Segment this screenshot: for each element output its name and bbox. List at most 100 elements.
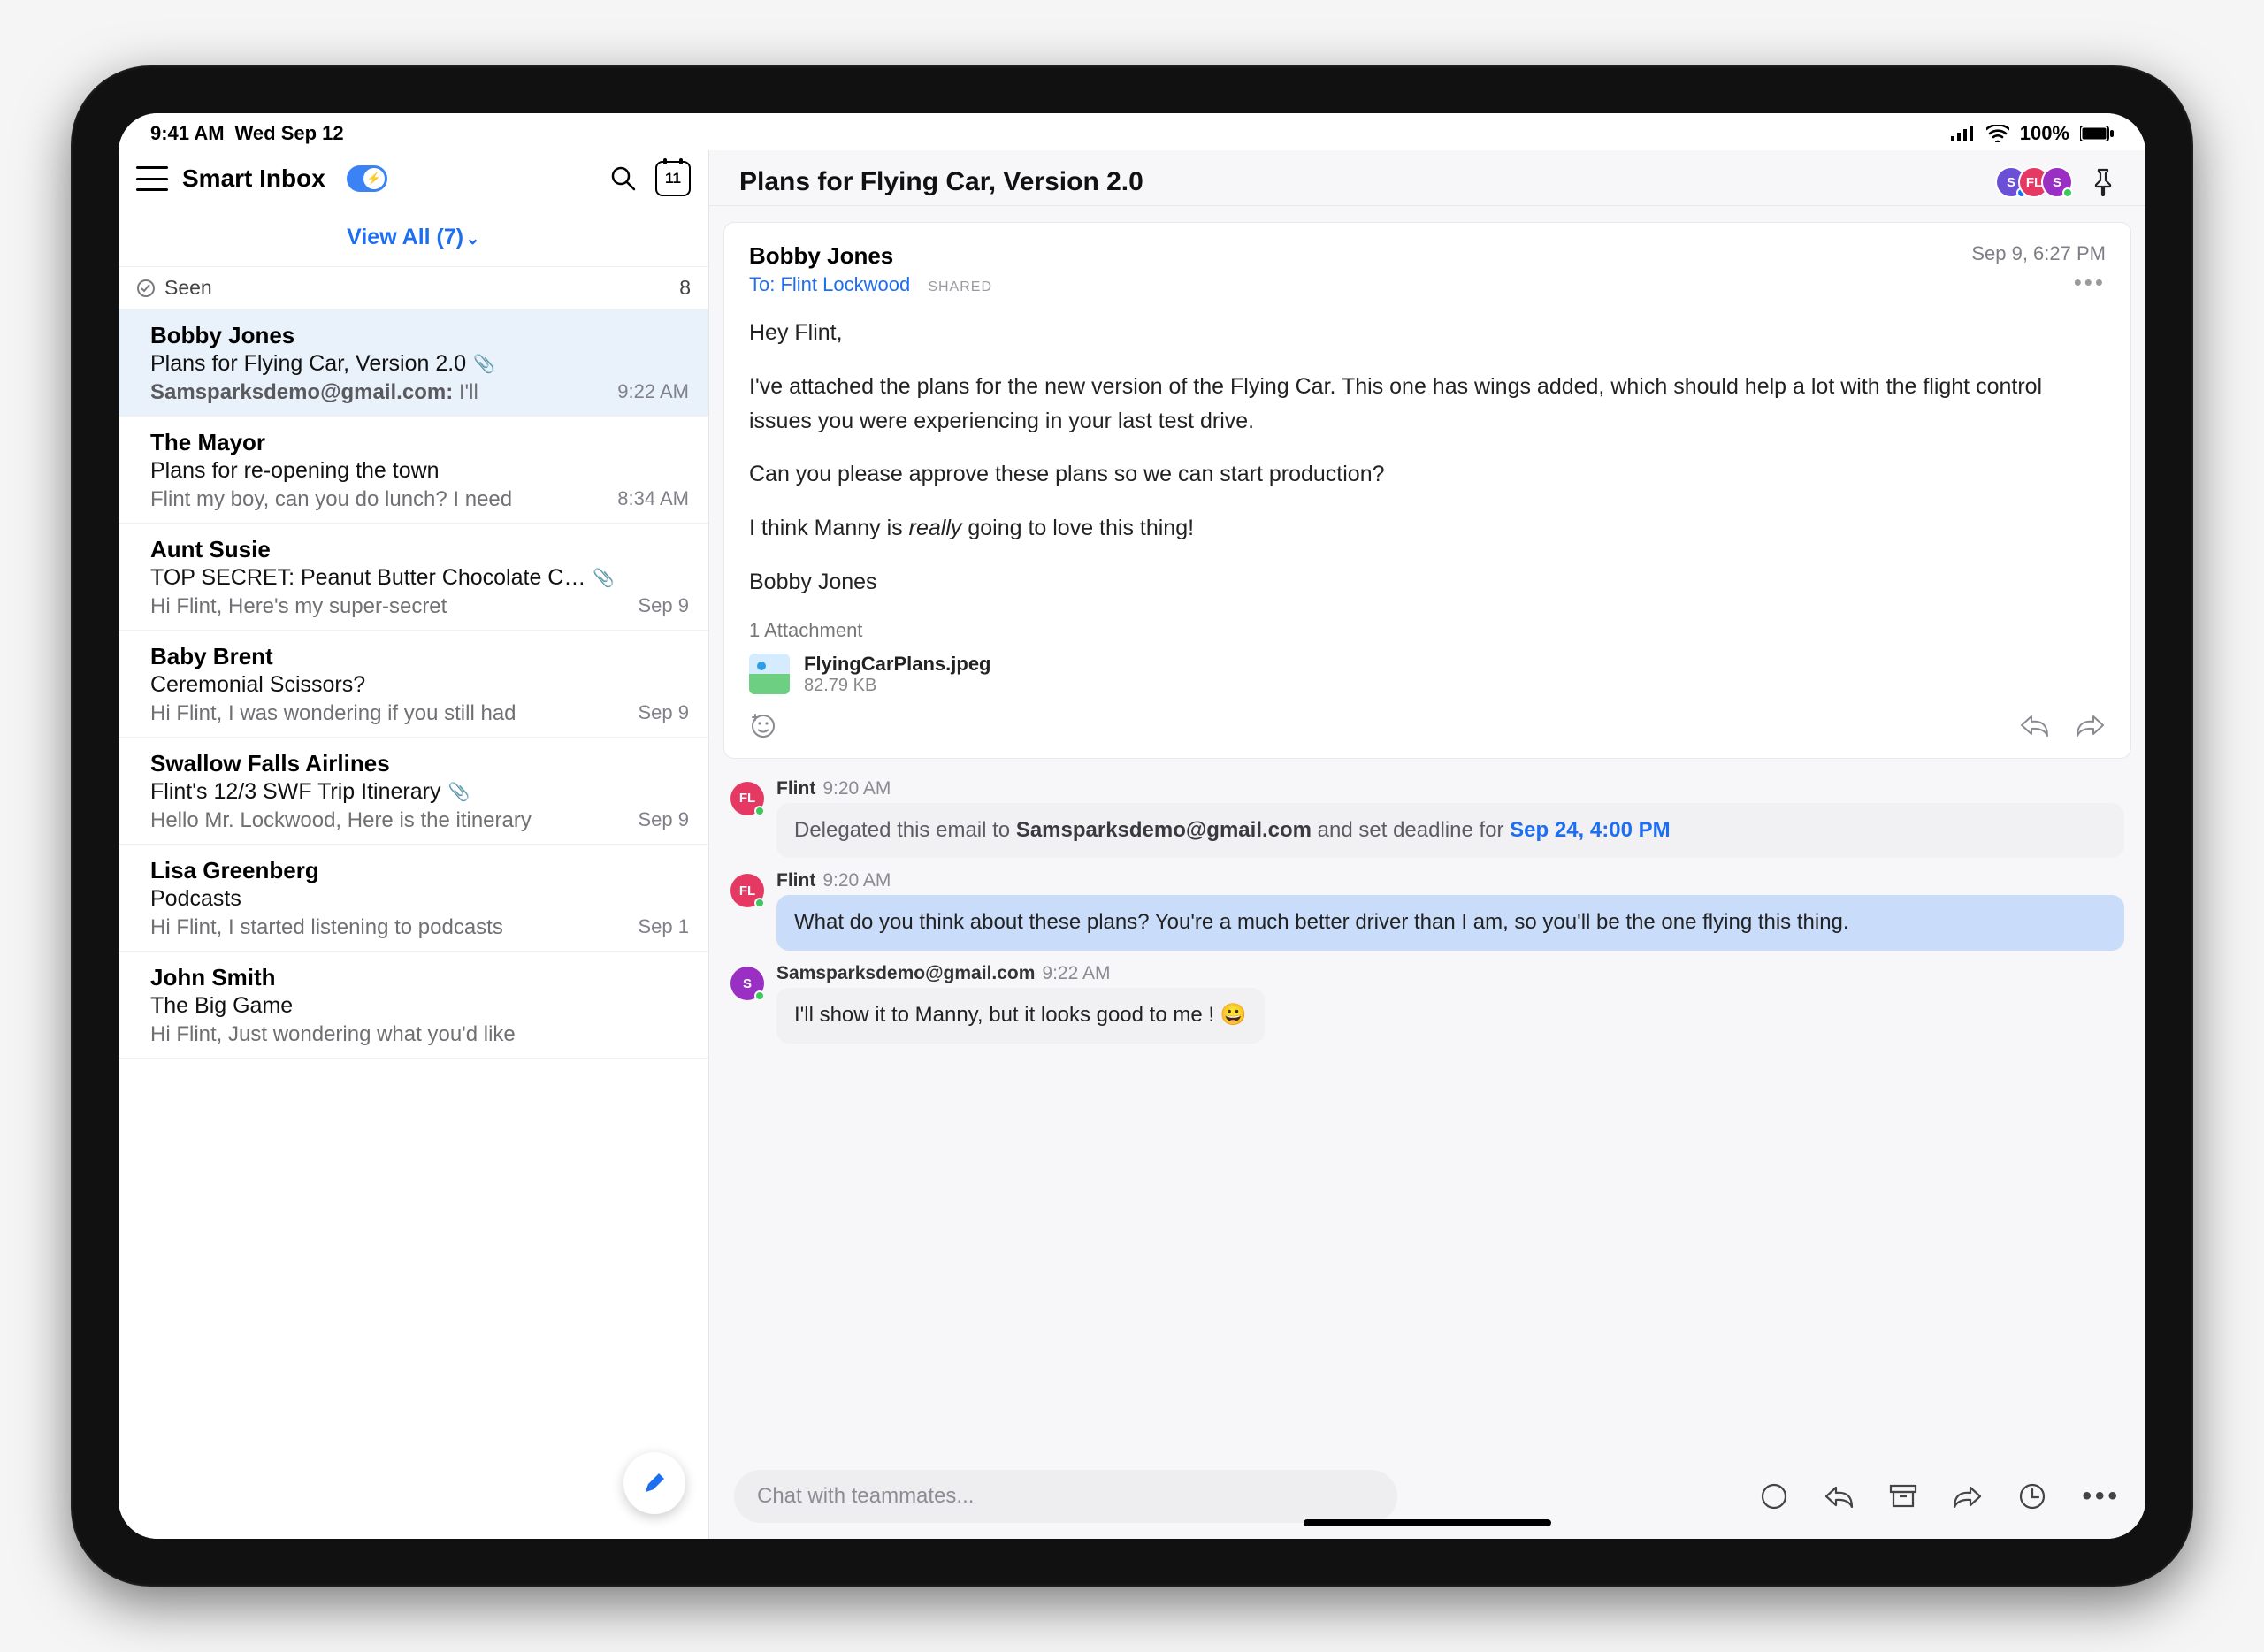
- avatar: S: [2041, 166, 2073, 198]
- email-subject: The Big Game: [150, 993, 689, 1019]
- chat-bubble[interactable]: Delegated this email to Samsparksdemo@gm…: [776, 803, 2124, 859]
- inbox-title: Smart Inbox: [182, 164, 325, 193]
- pin-icon[interactable]: [2091, 168, 2115, 196]
- message-to[interactable]: To: Flint Lockwood SHARED: [749, 273, 992, 296]
- reply-icon[interactable]: [2019, 714, 2049, 737]
- compose-button[interactable]: [623, 1452, 685, 1514]
- email-sender: The Mayor: [150, 429, 689, 456]
- smart-toggle[interactable]: [347, 165, 387, 192]
- email-preview: Hello Mr. Lockwood, Here is the itinerar…: [150, 808, 532, 833]
- email-preview: Flint my boy, can you do lunch? I need: [150, 487, 512, 512]
- main-pane: Plans for Flying Car, Version 2.0 S FL S…: [709, 150, 2145, 1539]
- screen: 9:41 AM Wed Sep 12 100%: [119, 113, 2145, 1539]
- chat-bubble[interactable]: What do you think about these plans? You…: [776, 895, 2124, 951]
- react-icon[interactable]: [749, 712, 776, 738]
- sidebar: Smart Inbox 11 View All (7)⌄ Seen 8 Bob: [119, 150, 709, 1539]
- email-subject: Podcasts: [150, 886, 689, 912]
- email-preview: Hi Flint, I started listening to podcast…: [150, 915, 503, 940]
- battery-icon: [2080, 126, 2114, 141]
- status-time: 9:41 AM: [150, 122, 225, 145]
- avatar: S: [730, 967, 764, 1000]
- chat-meta: Flint9:20 AM: [776, 870, 2124, 891]
- paperclip-icon: 📎: [473, 353, 495, 375]
- email-sender: Swallow Falls Airlines: [150, 750, 689, 777]
- email-subject: Plans for Flying Car, Version 2.0📎: [150, 351, 689, 377]
- email-sender: Aunt Susie: [150, 536, 689, 563]
- email-sender: Baby Brent: [150, 643, 689, 670]
- more-icon[interactable]: •••: [2082, 1481, 2121, 1511]
- home-indicator[interactable]: [1304, 1519, 1551, 1526]
- email-sender: Lisa Greenberg: [150, 857, 689, 884]
- forward-icon[interactable]: [2076, 714, 2106, 737]
- tablet-frame: 9:41 AM Wed Sep 12 100%: [71, 65, 2193, 1587]
- email-preview: Hi Flint, Here's my super-secret: [150, 594, 447, 619]
- email-subject: TOP SECRET: Peanut Butter Chocolate C…📎: [150, 565, 689, 591]
- email-time: 8:34 AM: [617, 487, 689, 512]
- calendar-icon[interactable]: 11: [655, 161, 691, 196]
- email-subject: Flint's 12/3 SWF Trip Itinerary📎: [150, 779, 689, 805]
- attachment[interactable]: FlyingCarPlans.jpeg 82.79 KB: [749, 653, 2106, 696]
- section-count: 8: [679, 276, 691, 300]
- wifi-icon: [1986, 125, 2009, 142]
- email-time: 9:22 AM: [617, 380, 689, 405]
- image-icon: [749, 654, 790, 694]
- chat-meta: Samsparksdemo@gmail.com9:22 AM: [776, 963, 2124, 984]
- email-item[interactable]: Swallow Falls AirlinesFlint's 12/3 SWF T…: [119, 738, 708, 845]
- menu-icon[interactable]: [136, 166, 168, 191]
- email-item[interactable]: Baby BrentCeremonial Scissors? Hi Flint, …: [119, 631, 708, 738]
- avatar: FL: [730, 782, 764, 815]
- email-subject: Plans for re-opening the town: [150, 458, 689, 484]
- email-message: Bobby Jones To: Flint Lockwood SHARED Se…: [723, 222, 2131, 759]
- avatar: FL: [730, 874, 764, 907]
- view-all-button[interactable]: View All (7)⌄: [119, 203, 708, 266]
- snooze-icon[interactable]: [2018, 1482, 2046, 1511]
- email-item[interactable]: Bobby JonesPlans for Flying Car, Version…: [119, 310, 708, 417]
- status-date: Wed Sep 12: [235, 122, 344, 145]
- attachment-size: 82.79 KB: [804, 676, 991, 696]
- email-item[interactable]: The MayorPlans for re-opening the town Fl…: [119, 417, 708, 524]
- archive-icon[interactable]: [1889, 1484, 1917, 1509]
- email-item[interactable]: John SmithThe Big Game Hi Flint, Just won…: [119, 952, 708, 1059]
- chat-input[interactable]: Chat with teammates...: [734, 1470, 1397, 1523]
- message-date: Sep 9, 6:27 PM: [1971, 242, 2106, 265]
- shared-label: SHARED: [928, 279, 992, 294]
- chat-message: S Samsparksdemo@gmail.com9:22 AM I'll show…: [730, 963, 2124, 1044]
- status-bar: 9:41 AM Wed Sep 12 100%: [119, 113, 2145, 150]
- email-time: Sep 1: [639, 915, 690, 940]
- attachment-count: 1 Attachment: [749, 619, 2106, 642]
- chat-message: FL Flint9:20 AM Delegated this email to Sa…: [730, 778, 2124, 859]
- email-preview: Hi Flint, Just wondering what you'd like: [150, 1022, 516, 1047]
- email-preview: Samsparksdemo@gmail.com: I'll: [150, 380, 478, 405]
- chat-message: FL Flint9:20 AM What do you think about th…: [730, 870, 2124, 951]
- reply-icon[interactable]: [1824, 1485, 1854, 1508]
- email-time: Sep 9: [639, 808, 690, 833]
- message-from: Bobby Jones: [749, 242, 992, 270]
- circle-icon[interactable]: [1760, 1482, 1788, 1511]
- chat-thread: FL Flint9:20 AM Delegated this email to Sa…: [709, 775, 2145, 1056]
- attachment-name: FlyingCarPlans.jpeg: [804, 653, 991, 676]
- email-list: Bobby JonesPlans for Flying Car, Version…: [119, 310, 708, 1539]
- forward-icon[interactable]: [1953, 1485, 1983, 1508]
- signal-icon: [1951, 126, 1976, 141]
- battery-percent: 100%: [2020, 122, 2069, 145]
- thread-title: Plans for Flying Car, Version 2.0: [739, 167, 2004, 197]
- chat-meta: Flint9:20 AM: [776, 778, 2124, 799]
- paperclip-icon: 📎: [593, 567, 615, 589]
- chat-bubble[interactable]: I'll show it to Manny, but it looks good…: [776, 988, 1265, 1044]
- more-icon[interactable]: •••: [1971, 269, 2106, 296]
- email-item[interactable]: Lisa GreenbergPodcasts Hi Flint, I starte…: [119, 845, 708, 952]
- chevron-down-icon: ⌄: [465, 229, 480, 249]
- section-seen[interactable]: Seen 8: [119, 266, 708, 310]
- email-item[interactable]: Aunt SusieTOP SECRET: Peanut Butter Choc…: [119, 524, 708, 631]
- email-subject: Ceremonial Scissors?: [150, 672, 689, 698]
- participant-avatars[interactable]: S FL S: [2004, 166, 2073, 198]
- email-time: Sep 9: [639, 701, 690, 726]
- section-label: Seen: [164, 276, 212, 300]
- email-time: Sep 9: [639, 594, 690, 619]
- message-body: Hey Flint, I've attached the plans for t…: [749, 316, 2106, 600]
- search-icon[interactable]: [606, 161, 641, 196]
- email-sender: Bobby Jones: [150, 322, 689, 349]
- email-preview: Hi Flint, I was wondering if you still h…: [150, 701, 516, 726]
- paperclip-icon: 📎: [447, 781, 470, 803]
- email-sender: John Smith: [150, 964, 689, 991]
